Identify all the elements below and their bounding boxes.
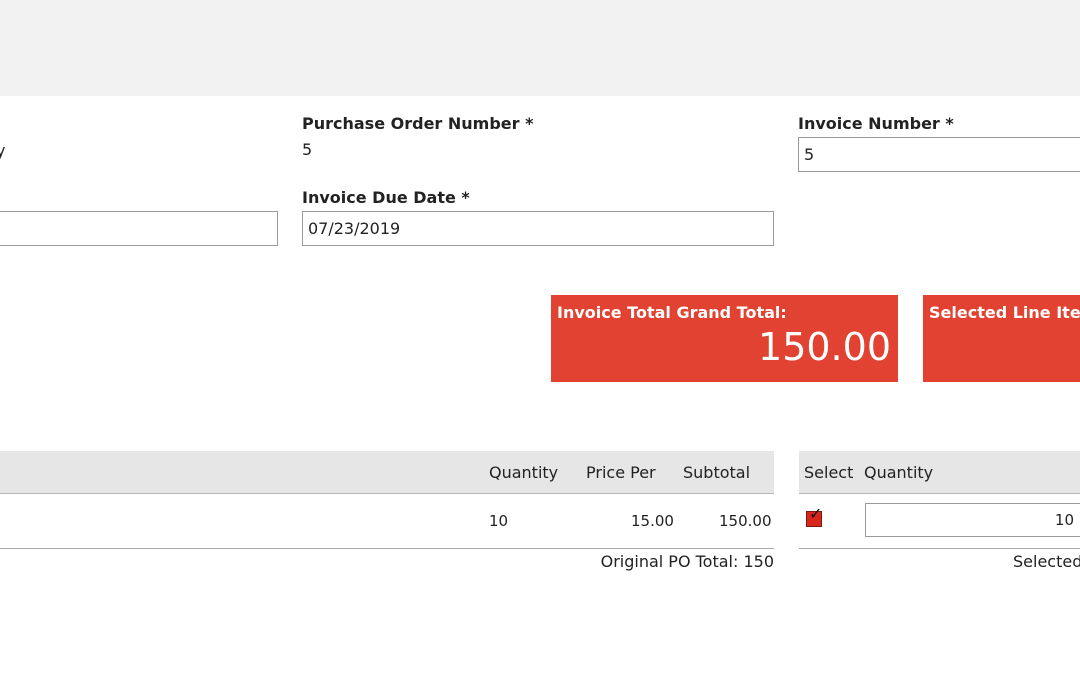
po-number-label: Purchase Order Number * [302, 114, 534, 133]
po-row-subtotal: 150.00 [719, 512, 772, 530]
po-total-text: Original PO Total: 150 [600, 552, 774, 571]
grand-total-label: Invoice Total Grand Total: [557, 303, 787, 322]
po-number-value: 5 [302, 140, 313, 159]
invoice-col-quantity: Quantity [864, 463, 934, 482]
grand-total-card: Invoice Total Grand Total: 150.00 [551, 295, 898, 382]
selected-total-label: Selected Line Item [929, 303, 1080, 322]
po-table-header: Quantity Price Per Subtotal [0, 451, 774, 494]
po-table-divider [0, 548, 774, 549]
due-date-label: Invoice Due Date * [302, 188, 470, 207]
po-col-quantity: Quantity [489, 463, 559, 482]
po-row-price-per: 15.00 [631, 512, 674, 530]
invoice-col-select: Select [804, 463, 854, 482]
invoice-number-input[interactable]: 5 [798, 137, 1080, 172]
line-select-checkbox[interactable]: ✓ [806, 506, 822, 527]
invoice-table-divider [799, 548, 1080, 549]
grand-total-value: 150.00 [758, 325, 891, 369]
selected-total-card: Selected Line Item [923, 295, 1080, 382]
invoice-table-header: Select Quantity [799, 451, 1080, 494]
checkbox-checked-icon: ✓ [809, 504, 823, 523]
po-row-quantity: 10 [489, 512, 509, 530]
left-field-value: y [0, 141, 6, 160]
invoice-number-label: Invoice Number * [798, 114, 954, 133]
po-col-price-per: Price Per [586, 463, 656, 482]
page-header: e [0, 0, 1080, 96]
left-input-field[interactable] [0, 211, 278, 246]
selected-total-text: Selected [1013, 552, 1080, 571]
line-quantity-input[interactable]: 10 [865, 503, 1080, 537]
due-date-input[interactable]: 07/23/2019 [302, 211, 774, 246]
po-col-subtotal: Subtotal [683, 463, 751, 482]
